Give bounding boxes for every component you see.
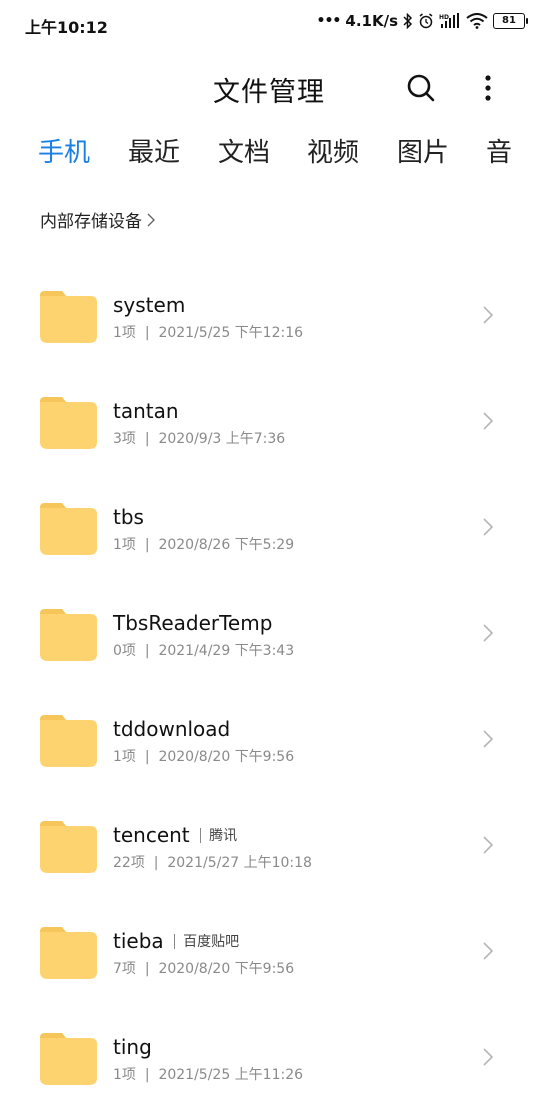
list-item[interactable]: TbsReaderTemp 0项 | 2021/4/29 下午3:43 (0, 580, 547, 686)
page-title: 文件管理 (213, 77, 325, 108)
folder-count: 7项 (113, 961, 136, 977)
folder-icon (40, 821, 97, 873)
breadcrumb-label: 内部存储设备 (40, 212, 142, 232)
status-bar: 上午10:12 ••• 4.1K/s HD 81 (0, 0, 547, 48)
chevron-right-icon (483, 624, 494, 642)
chevron-right-icon (483, 306, 494, 324)
folder-count: 22项 (113, 855, 145, 871)
folder-icon (40, 291, 97, 343)
alarm-icon (419, 13, 433, 29)
chevron-right-icon (483, 1048, 494, 1066)
tab-videos[interactable]: 视频 (307, 132, 359, 169)
folder-date: 2020/8/26 下午5:29 (158, 537, 295, 553)
folder-name: tencent (113, 823, 190, 847)
folder-meta: 1项 | 2021/5/25 下午12:16 (113, 325, 304, 341)
folder-alias: 百度贴吧 (183, 934, 240, 950)
folder-count: 3项 (113, 431, 136, 447)
list-item[interactable]: ting 1项 | 2021/5/25 上午11:26 (0, 1004, 547, 1110)
folder-name: ting (113, 1035, 152, 1059)
folder-date: 2021/5/25 下午12:16 (158, 325, 304, 341)
folder-count: 1项 (113, 1067, 136, 1083)
folder-meta: 1项 | 2021/5/25 上午11:26 (113, 1067, 304, 1083)
folder-name: tddownload (113, 717, 231, 741)
folder-count: 1项 (113, 325, 136, 341)
folder-meta: 1项 | 2020/8/26 下午5:29 (113, 537, 295, 553)
tab-phone[interactable]: 手机 (38, 132, 90, 169)
folder-count: 0项 (113, 643, 136, 659)
hd-label: HD (439, 14, 449, 21)
more-options-icon[interactable] (476, 72, 500, 104)
chevron-right-icon (483, 836, 494, 854)
folder-date: 2021/5/27 上午10:18 (167, 855, 312, 871)
chevron-right-icon (483, 730, 494, 748)
wifi-icon (466, 13, 488, 29)
list-item[interactable]: system 1项 | 2021/5/25 下午12:16 (0, 262, 547, 368)
status-time: 上午10:12 (25, 18, 108, 37)
list-item[interactable]: tbs 1项 | 2020/8/26 下午5:29 (0, 474, 547, 580)
search-icon[interactable] (405, 72, 437, 104)
chevron-right-icon (483, 518, 494, 536)
tab-pictures[interactable]: 图片 (397, 132, 449, 169)
folder-name: system (113, 293, 186, 317)
folder-name: TbsReaderTemp (113, 611, 273, 635)
chevron-right-icon (483, 412, 494, 430)
folder-count: 1项 (113, 749, 136, 765)
more-notifications-icon: ••• (316, 13, 342, 29)
folder-meta: 22项 | 2021/5/27 上午10:18 (113, 855, 312, 871)
folder-date: 2020/9/3 上午7:36 (158, 431, 286, 447)
folder-meta: 0项 | 2021/4/29 下午3:43 (113, 643, 295, 659)
folder-icon (40, 927, 97, 979)
tab-recent[interactable]: 最近 (128, 132, 180, 169)
list-item[interactable]: tencent 腾讯 22项 | 2021/5/27 上午10:18 (0, 792, 547, 898)
folder-meta: 1项 | 2020/8/20 下午9:56 (113, 749, 295, 765)
folder-icon (40, 397, 97, 449)
signal-icon: HD (439, 13, 459, 28)
folder-meta: 3项 | 2020/9/3 上午7:36 (113, 431, 286, 447)
folder-date: 2021/4/29 下午3:43 (158, 643, 295, 659)
battery-icon: 81 (493, 13, 528, 29)
folder-name: tieba (113, 929, 164, 953)
folder-icon (40, 609, 97, 661)
chevron-right-icon (147, 213, 155, 226)
status-icons: ••• 4.1K/s HD 81 (316, 12, 528, 30)
net-speed: 4.1K/s (345, 12, 398, 30)
list-item[interactable]: tantan 3项 | 2020/9/3 上午7:36 (0, 368, 547, 474)
tab-audio[interactable]: 音 (486, 132, 512, 169)
chevron-right-icon (483, 942, 494, 960)
folder-icon (40, 503, 97, 555)
folder-name: tbs (113, 505, 144, 529)
category-tabs: 手机 最近 文档 视频 图片 音 (0, 132, 547, 178)
folder-date: 2020/8/20 下午9:56 (158, 961, 295, 977)
folder-meta: 7项 | 2020/8/20 下午9:56 (113, 961, 295, 977)
folder-icon (40, 715, 97, 767)
list-item[interactable]: tddownload 1项 | 2020/8/20 下午9:56 (0, 686, 547, 792)
alias-divider (173, 933, 176, 949)
folder-date: 2021/5/25 上午11:26 (158, 1067, 304, 1083)
folder-date: 2020/8/20 下午9:56 (158, 749, 295, 765)
alias-divider (199, 827, 202, 843)
folder-alias: 腾讯 (209, 828, 238, 844)
tab-documents[interactable]: 文档 (218, 132, 270, 169)
list-item[interactable]: tieba 百度贴吧 7项 | 2020/8/20 下午9:56 (0, 898, 547, 1004)
folder-count: 1项 (113, 537, 136, 553)
folder-icon (40, 1033, 97, 1085)
folder-name: tantan (113, 399, 179, 423)
bluetooth-icon (403, 13, 413, 29)
breadcrumb[interactable]: 内部存储设备 (40, 207, 156, 232)
app-header: 文件管理 (0, 60, 547, 120)
